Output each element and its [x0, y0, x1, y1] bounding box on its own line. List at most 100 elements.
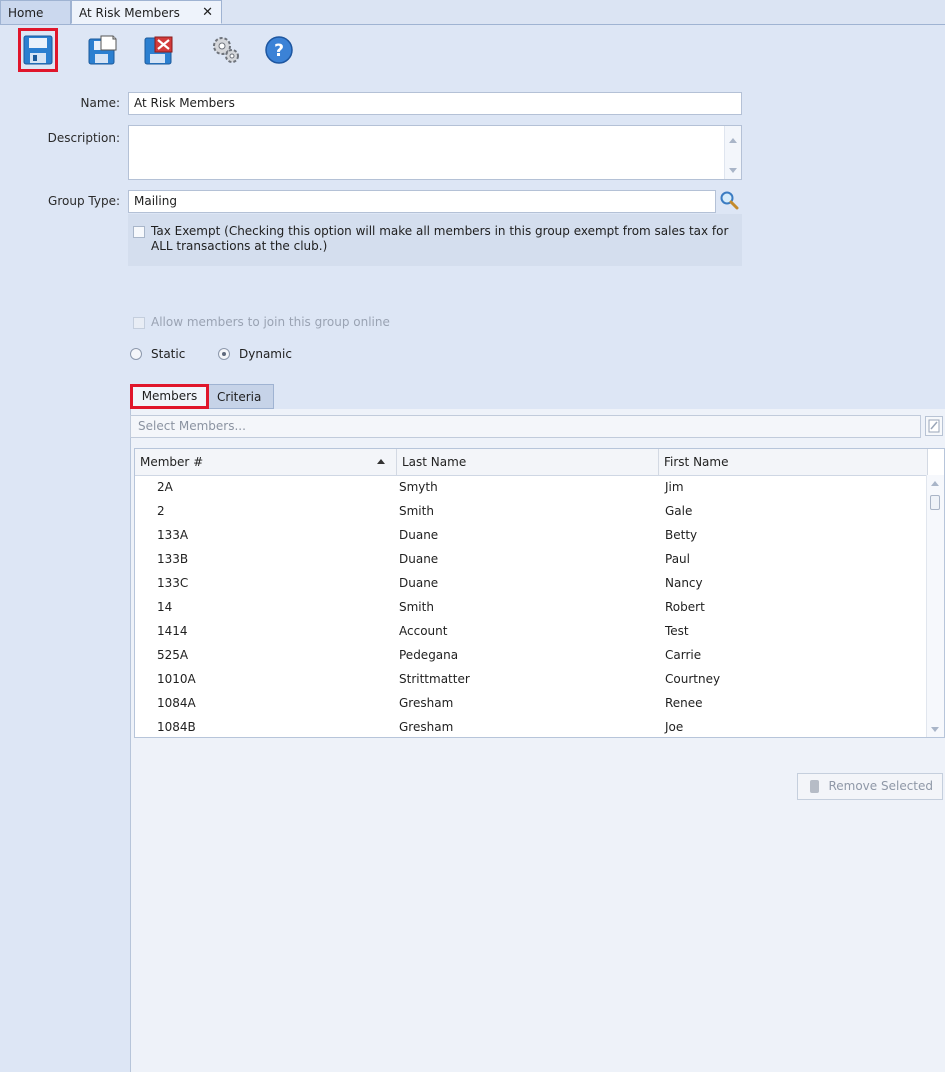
group-type-field[interactable]: Mailing — [128, 190, 716, 213]
cell-member-number: 1084A — [157, 696, 196, 710]
dynamic-radio-label: Dynamic — [239, 347, 292, 361]
table-row[interactable]: 1084A Gresham Renee — [135, 691, 928, 715]
cell-last-name: Duane — [399, 576, 439, 590]
cell-member-number: 1414 — [157, 624, 188, 638]
description-label: Description: — [47, 131, 120, 145]
dynamic-radio[interactable] — [218, 348, 230, 360]
cell-member-number: 14 — [157, 600, 173, 614]
table-row[interactable]: 1010A Strittmatter Courtney — [135, 667, 928, 691]
select-members-input[interactable]: Select Members... — [130, 415, 921, 438]
gear-icon — [213, 37, 239, 63]
column-last-name[interactable]: Last Name — [397, 449, 659, 475]
cell-first-name: Jim — [665, 480, 684, 494]
static-radio-label: Static — [151, 347, 186, 361]
cell-last-name: Smith — [399, 504, 434, 518]
cell-member-number: 2 — [157, 504, 165, 518]
description-scrollbar[interactable] — [724, 126, 741, 179]
group-type-label: Group Type: — [48, 194, 120, 208]
cell-member-number: 133C — [157, 576, 189, 590]
tax-exempt-checkbox[interactable] — [133, 226, 145, 238]
allow-online-checkbox[interactable] — [133, 317, 145, 329]
cell-member-number: 1010A — [157, 672, 196, 686]
column-member-number[interactable]: Member # — [135, 449, 397, 475]
tab-criteria[interactable]: Criteria — [209, 384, 274, 409]
cell-first-name: Nancy — [665, 576, 703, 590]
remove-selected-label: Remove Selected — [828, 779, 933, 793]
cell-first-name: Carrie — [665, 648, 702, 662]
table-row[interactable]: 2 Smith Gale — [135, 499, 928, 523]
table-row[interactable]: 2A Smyth Jim — [135, 475, 928, 499]
tax-exempt-line-2: ALL transactions at the club.) — [151, 239, 328, 253]
table-row[interactable]: 133A Duane Betty — [135, 523, 928, 547]
help-glyph: ? — [274, 41, 284, 61]
cell-member-number: 133A — [157, 528, 189, 542]
help-icon: ? — [265, 36, 293, 64]
tab-active-label: At Risk Members — [79, 6, 180, 20]
cell-member-number: 2A — [157, 480, 173, 494]
cell-first-name: Courtney — [665, 672, 721, 686]
save-close-button[interactable] — [139, 28, 179, 72]
name-label: Name: — [80, 96, 120, 110]
help-button[interactable]: ? — [259, 28, 299, 72]
save-new-icon — [88, 35, 117, 65]
cell-last-name: Account — [399, 624, 448, 638]
save-button[interactable] — [18, 28, 58, 72]
cell-first-name: Joe — [665, 720, 684, 734]
document-tab-strip: Home At Risk Members ✕ — [0, 0, 945, 25]
grid-scroll-up-icon[interactable] — [931, 481, 939, 486]
name-field[interactable]: At Risk Members — [128, 92, 742, 115]
cell-last-name: Duane — [399, 552, 439, 566]
cell-member-number: 1084B — [157, 720, 196, 734]
cell-last-name: Gresham — [399, 696, 454, 710]
cell-first-name: Renee — [665, 696, 703, 710]
remove-selected-button[interactable]: Remove Selected — [797, 773, 943, 800]
tax-exempt-line-1: Tax Exempt (Checking this option will ma… — [151, 224, 729, 238]
description-field[interactable] — [128, 125, 742, 180]
table-row[interactable]: 14 Smith Robert — [135, 595, 928, 619]
column-first-name[interactable]: First Name — [659, 449, 928, 475]
tab-home[interactable]: Home — [0, 0, 71, 24]
table-row[interactable]: 133B Duane Paul — [135, 547, 928, 571]
tab-at-risk-members[interactable]: At Risk Members ✕ — [71, 0, 222, 24]
scroll-down-icon[interactable] — [729, 168, 737, 173]
table-row[interactable]: 133C Duane Nancy — [135, 571, 928, 595]
save-close-icon — [144, 36, 173, 65]
cell-member-number: 133B — [157, 552, 189, 566]
save-new-button[interactable] — [82, 28, 122, 72]
cell-first-name: Betty — [665, 528, 698, 542]
tab-members[interactable]: Members — [130, 384, 209, 409]
cell-first-name: Test — [665, 624, 689, 638]
table-row[interactable]: 1414 Account Test — [135, 619, 928, 643]
grid-scroll-thumb[interactable] — [930, 495, 940, 510]
select-members-button[interactable] — [925, 416, 943, 436]
members-grid: Member # Last Name First Name 2A Smyth Jim… — [134, 448, 945, 738]
edit-icon — [928, 419, 940, 433]
cell-last-name: Smith — [399, 600, 434, 614]
magnifier-icon — [720, 191, 739, 210]
cell-first-name: Paul — [665, 552, 690, 566]
cell-first-name: Robert — [665, 600, 705, 614]
trash-icon — [810, 780, 819, 793]
allow-online-label: Allow members to join this group online — [151, 315, 390, 329]
table-row[interactable]: 525A Pedegana Carrie — [135, 643, 928, 667]
save-icon — [23, 35, 53, 65]
cell-last-name: Pedegana — [399, 648, 459, 662]
cell-first-name: Gale — [665, 504, 693, 518]
tax-exempt-text: Tax Exempt (Checking this option will ma… — [151, 224, 741, 254]
static-radio[interactable] — [130, 348, 142, 360]
close-tab-icon[interactable]: ✕ — [202, 1, 213, 25]
settings-button[interactable] — [206, 28, 246, 72]
cell-last-name: Duane — [399, 528, 439, 542]
group-type-lookup-button[interactable] — [719, 190, 739, 212]
cell-last-name: Strittmatter — [399, 672, 470, 686]
grid-scrollbar[interactable] — [926, 475, 944, 737]
scroll-up-icon[interactable] — [729, 138, 737, 143]
tab-home-label: Home — [8, 6, 44, 20]
sort-ascending-icon — [377, 459, 385, 464]
table-row[interactable]: 1084B Gresham Joe — [135, 715, 928, 737]
cell-member-number: 525A — [157, 648, 189, 662]
grid-scroll-down-icon[interactable] — [931, 727, 939, 732]
grid-header: Member # Last Name First Name — [135, 449, 928, 476]
column-member-number-label: Member # — [140, 455, 204, 469]
cell-last-name: Gresham — [399, 720, 454, 734]
